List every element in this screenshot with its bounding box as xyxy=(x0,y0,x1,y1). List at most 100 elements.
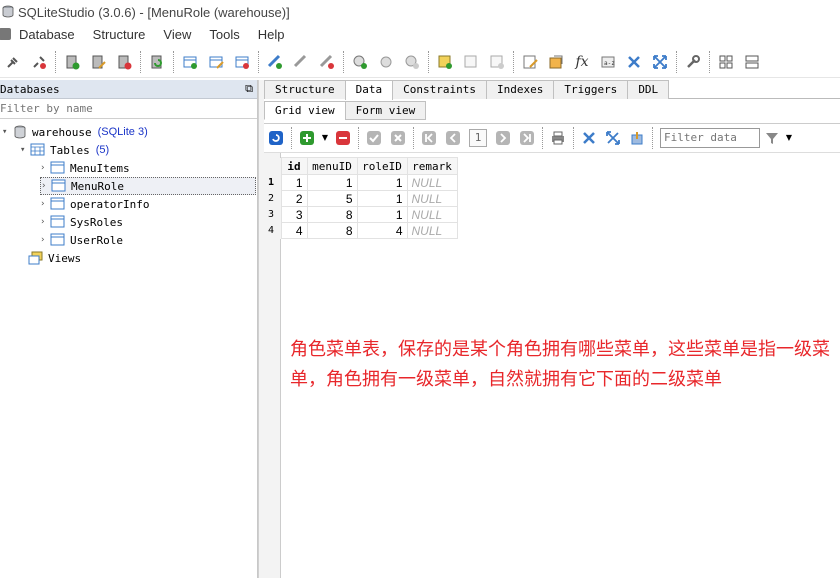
cell-remark[interactable]: NULL xyxy=(406,190,458,207)
table-row[interactable]: 4 4 8 4 NULL xyxy=(268,222,458,239)
import-data-button[interactable] xyxy=(625,127,649,149)
tree-item-database[interactable]: ▾ warehouse (SQLite 3) xyxy=(2,123,148,141)
column-header[interactable]: menuID xyxy=(306,157,358,175)
row-number[interactable]: 2 xyxy=(268,190,281,207)
tree-item-table[interactable]: › SysRoles xyxy=(40,213,123,231)
next-page-button[interactable] xyxy=(491,127,515,149)
expand-arrow-icon[interactable]: › xyxy=(40,217,50,227)
add-index-button[interactable] xyxy=(262,50,288,74)
menu-tools[interactable]: Tools xyxy=(200,24,248,46)
collapse-arrow-icon[interactable]: ▾ xyxy=(20,145,30,155)
filter-data-input[interactable] xyxy=(660,127,760,148)
cell-id[interactable]: 3 xyxy=(280,206,308,223)
expand-columns-button[interactable] xyxy=(601,127,625,149)
cell-roleid[interactable]: 4 xyxy=(356,222,408,239)
print-button[interactable] xyxy=(546,127,570,149)
commit-button[interactable] xyxy=(362,127,386,149)
tab-indexes[interactable]: Indexes xyxy=(485,80,555,99)
tree-item-table[interactable]: › UserRole xyxy=(40,231,123,249)
insert-row-dropdown[interactable]: ▼ xyxy=(319,127,331,149)
tree-item-tables[interactable]: ▾ Tables (5) xyxy=(20,141,109,159)
expand-arrow-icon[interactable]: › xyxy=(40,235,50,245)
edit-view-button[interactable] xyxy=(458,50,484,74)
column-header[interactable]: remark xyxy=(406,157,458,175)
config-button[interactable] xyxy=(680,50,706,74)
page-number-field[interactable]: 1 xyxy=(469,128,487,147)
functions-editor-button[interactable]: fx xyxy=(569,50,595,74)
ddl-history-button[interactable] xyxy=(543,50,569,74)
column-header[interactable]: id xyxy=(280,157,308,175)
edit-trigger-button[interactable] xyxy=(373,50,399,74)
collations-editor-button[interactable]: a-z xyxy=(595,50,621,74)
cell-menuid[interactable]: 8 xyxy=(306,206,358,223)
edit-index-button[interactable] xyxy=(288,50,314,74)
drop-trigger-button[interactable] xyxy=(399,50,425,74)
drop-view-button[interactable] xyxy=(484,50,510,74)
row-number[interactable]: 3 xyxy=(268,206,281,223)
cell-remark[interactable]: NULL xyxy=(406,174,458,191)
edit-table-button[interactable] xyxy=(203,50,229,74)
last-page-button[interactable] xyxy=(515,127,539,149)
drop-index-button[interactable] xyxy=(314,50,340,74)
column-header[interactable]: roleID xyxy=(356,157,408,175)
collapse-arrow-icon[interactable]: ▾ xyxy=(2,127,12,137)
expand-arrow-icon[interactable]: › xyxy=(40,163,50,173)
tab-ddl[interactable]: DDL xyxy=(627,80,670,99)
edit-db-button[interactable] xyxy=(85,50,111,74)
extensions-button[interactable] xyxy=(621,50,647,74)
sql-editor-button[interactable] xyxy=(517,50,543,74)
expand-arrow-icon[interactable]: › xyxy=(40,199,50,209)
cell-roleid[interactable]: 1 xyxy=(356,174,408,191)
tree-item-table-selected[interactable]: › MenuRole xyxy=(40,177,256,195)
tab-structure[interactable]: Structure xyxy=(264,80,346,99)
tab-form-view[interactable]: Form view xyxy=(344,101,427,120)
tab-triggers[interactable]: Triggers xyxy=(553,80,629,99)
cell-roleid[interactable]: 1 xyxy=(356,190,408,207)
tile-horizontal-button[interactable] xyxy=(739,50,765,74)
filter-button[interactable] xyxy=(760,127,784,149)
cell-id[interactable]: 1 xyxy=(280,174,308,191)
disconnect-db-button[interactable] xyxy=(26,50,52,74)
cell-remark[interactable]: NULL xyxy=(406,206,458,223)
add-trigger-button[interactable] xyxy=(347,50,373,74)
add-view-button[interactable] xyxy=(432,50,458,74)
remove-db-button[interactable] xyxy=(111,50,137,74)
cell-menuid[interactable]: 5 xyxy=(306,190,358,207)
cell-id[interactable]: 4 xyxy=(280,222,308,239)
expand-arrow-icon[interactable]: › xyxy=(41,181,51,191)
row-number[interactable]: 1 xyxy=(268,174,281,191)
delete-row-button[interactable] xyxy=(331,127,355,149)
cell-remark[interactable]: NULL xyxy=(406,222,458,239)
refresh-db-button[interactable] xyxy=(144,50,170,74)
tile-windows-button[interactable] xyxy=(713,50,739,74)
filter-dropdown[interactable]: ▼ xyxy=(784,127,794,149)
tab-data[interactable]: Data xyxy=(344,80,394,100)
menu-database[interactable]: Database xyxy=(0,24,84,46)
float-panel-icon[interactable]: ⧉ xyxy=(245,82,253,96)
menu-structure[interactable]: Structure xyxy=(84,24,155,46)
drop-table-button[interactable] xyxy=(229,50,255,74)
add-db-button[interactable] xyxy=(59,50,85,74)
rollback-button[interactable] xyxy=(386,127,410,149)
row-number[interactable]: 4 xyxy=(268,222,281,239)
menu-view[interactable]: View xyxy=(154,24,200,46)
tab-constraints[interactable]: Constraints xyxy=(392,80,487,99)
tree-item-table[interactable]: › MenuItems xyxy=(40,159,130,177)
add-table-button[interactable] xyxy=(177,50,203,74)
table-row[interactable]: 2 2 5 1 NULL xyxy=(268,190,458,207)
collapse-columns-button[interactable] xyxy=(577,127,601,149)
menu-help[interactable]: Help xyxy=(249,24,294,46)
cell-menuid[interactable]: 8 xyxy=(306,222,358,239)
table-row[interactable]: 3 3 8 1 NULL xyxy=(268,206,458,223)
insert-row-button[interactable] xyxy=(295,127,319,149)
tab-grid-view[interactable]: Grid view xyxy=(264,101,346,120)
first-page-button[interactable] xyxy=(417,127,441,149)
tree-item-views[interactable]: Views xyxy=(28,249,81,267)
full-view-button[interactable] xyxy=(647,50,673,74)
table-row[interactable]: 1 1 1 1 NULL xyxy=(268,174,458,191)
refresh-data-button[interactable] xyxy=(264,127,288,149)
cell-id[interactable]: 2 xyxy=(280,190,308,207)
cell-roleid[interactable]: 1 xyxy=(356,206,408,223)
db-filter-input[interactable] xyxy=(0,99,250,118)
prev-page-button[interactable] xyxy=(441,127,465,149)
